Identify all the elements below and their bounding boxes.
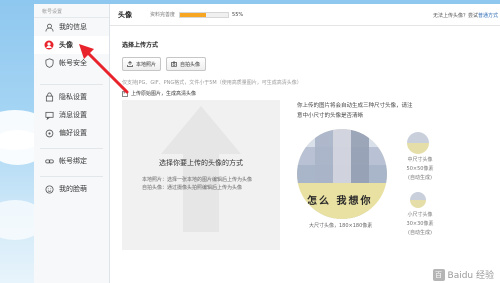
upload-method-title: 选择上传方式	[122, 42, 159, 49]
sidebar-divider	[40, 176, 103, 177]
caption-line: (自动生成)	[408, 230, 432, 236]
settings-sidebar: 帐号设置 我的信息 头像 帐号安全 隐私设置 消息设置 偏好设置 帐号绑定 我的…	[34, 4, 110, 283]
avatar-settings-panel: 头像 资料完善度 55% 无法上传头像？尝试普通方式 选择上传方式 本地照片 自…	[110, 4, 500, 283]
sidebar-item-label: 帐号绑定	[59, 157, 87, 165]
shield-icon	[44, 58, 54, 68]
local-photo-label: 本地照片	[136, 61, 157, 68]
page-title: 头像	[118, 10, 132, 19]
user-icon	[44, 22, 54, 32]
caption-line: (自动生成)	[408, 175, 432, 181]
sidebar-item-label: 我的脸萌	[59, 185, 87, 193]
hd-checkbox-label: 上传原始图片，生成高清头像	[131, 91, 197, 97]
upload-help-text: 无法上传头像？尝试普通方式	[433, 12, 498, 19]
baidu-jingyan-watermark: 百 Baidu 经验	[432, 268, 494, 281]
sidebar-item-privacy[interactable]: 隐私设置	[34, 88, 109, 106]
upload-area-description: 本地照片：选择一张本地的图片编辑后上传为头像 自拍头像：通过摄像头拍照编辑后上传…	[142, 176, 252, 192]
avatar-icon	[44, 40, 54, 50]
sidebar-divider	[40, 84, 103, 85]
sidebar-item-preferences[interactable]: 偏好设置	[34, 124, 109, 142]
upload-icon	[127, 61, 133, 67]
upload-help-label: 无法上传头像？尝试	[432, 13, 478, 19]
sidebar-item-my-info[interactable]: 我的信息	[34, 18, 109, 36]
sidebar-item-account-binding[interactable]: 帐号绑定	[34, 152, 109, 170]
camera-icon	[171, 61, 177, 67]
completeness-label: 资料完善度	[150, 12, 176, 18]
upload-drop-area[interactable]: 选择你要上传的头像的方式 本地照片：选择一张本地的图片编辑后上传为头像 自拍头像…	[122, 100, 280, 250]
blurred-photo	[407, 132, 429, 154]
hd-checkbox[interactable]: ✓	[122, 90, 128, 97]
sidebar-item-label: 帐号安全	[59, 59, 87, 67]
sidebar-item-label: 偏好设置	[59, 129, 87, 137]
sidebar-item-account-security[interactable]: 帐号安全	[34, 54, 109, 72]
avatar-preview-large: 怎么 我想你	[297, 129, 387, 219]
medium-avatar-caption: 中尺寸头像 50×50像素 (自动生成)	[403, 156, 437, 183]
sidebar-item-my-face[interactable]: 我的脸萌	[34, 180, 109, 198]
selfie-avatar-label: 自拍头像	[180, 61, 201, 68]
upload-arrow-icon	[161, 106, 241, 232]
caption-line: 50×50像素	[406, 166, 434, 172]
caption-line: 中尺寸头像	[407, 157, 433, 163]
completeness-progress-bar	[179, 11, 230, 18]
upload-area-title: 选择你要上传的头像的方式	[159, 159, 243, 167]
local-photo-button[interactable]: 本地照片	[122, 57, 161, 71]
normal-upload-link[interactable]: 普通方式	[478, 13, 498, 19]
watermark-text: Baidu 经验	[447, 271, 494, 281]
watermark-badge: 百	[432, 268, 445, 281]
sidebar-divider	[40, 148, 103, 149]
sidebar-item-label: 我的信息	[59, 23, 87, 31]
format-hint: 仅支持JPG、GIF、PNG格式，文件小于5M（使用高质量图片，可生成高清头像）	[122, 80, 302, 86]
sidebar-item-messages[interactable]: 消息设置	[34, 106, 109, 124]
preference-icon	[44, 128, 54, 138]
photo-overlay-text: 怎么 我想你	[307, 196, 373, 207]
sidebar-item-label: 隐私设置	[59, 93, 87, 101]
lock-icon	[44, 92, 54, 102]
face-icon	[44, 184, 54, 194]
small-avatar-caption: 小尺寸头像 30×30像素 (自动生成)	[403, 211, 437, 238]
message-icon	[44, 110, 54, 120]
completeness-progress-fill	[180, 12, 207, 17]
sidebar-item-label: 消息设置	[59, 111, 87, 119]
sidebar-item-label: 头像	[59, 41, 73, 49]
avatar-preview-medium	[407, 132, 429, 154]
large-avatar-caption: 大尺寸头像，180×180像素	[309, 223, 373, 229]
blurred-photo	[410, 192, 426, 208]
upload-desc-line: 自拍头像：通过摄像头拍照编辑后上传为头像	[142, 185, 243, 191]
preview-description: 你上传的图片将会自动生成三种尺寸头像，请注意中小尺寸的头像是否清晰	[297, 103, 413, 119]
caption-line: 小尺寸头像	[407, 212, 433, 218]
selfie-avatar-button[interactable]: 自拍头像	[166, 57, 206, 71]
sidebar-item-avatar[interactable]: 头像	[34, 36, 109, 54]
panel-header: 头像 资料完善度 55% 无法上传头像？尝试普通方式	[110, 4, 500, 26]
link-icon	[44, 156, 54, 166]
avatar-preview-small	[410, 192, 426, 208]
hd-option: ✓ 上传原始图片，生成高清头像	[122, 90, 196, 97]
completeness-percent: 55%	[232, 11, 244, 18]
upload-desc-line: 本地照片：选择一张本地的图片编辑后上传为头像	[142, 177, 253, 183]
caption-line: 30×30像素	[406, 221, 434, 227]
sidebar-header: 帐号设置	[34, 4, 109, 18]
